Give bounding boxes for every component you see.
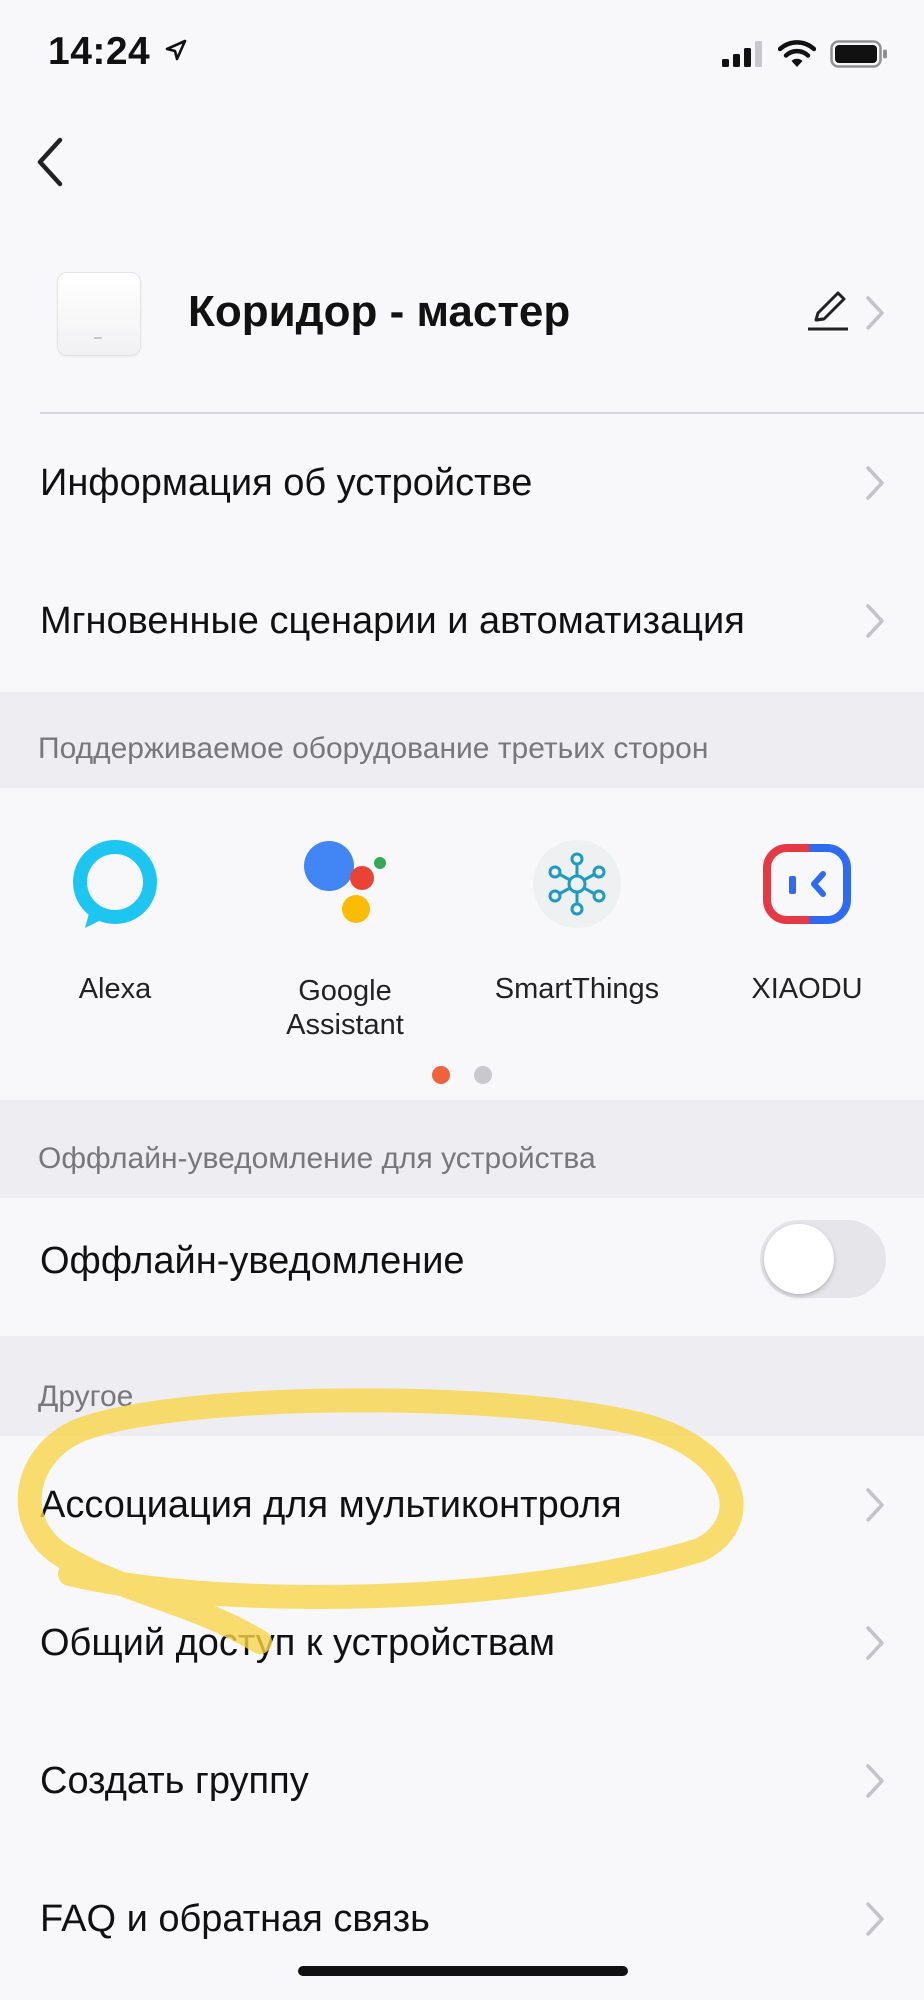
location-arrow-icon [165, 39, 186, 61]
device-name: Коридор - мастер [188, 287, 571, 336]
pencil-icon [808, 291, 848, 331]
section-header-label: Оффлайн-уведомление для устройства [38, 1142, 596, 1175]
row-device-sharing[interactable]: Общий доступ к устройствам [0, 1574, 924, 1712]
page-dot[interactable] [474, 1066, 492, 1084]
xiaodu-icon [763, 844, 851, 924]
row-scenes-automation[interactable]: Мгновенные сценарии и автоматизация [0, 552, 924, 690]
row-label: Создать группу [40, 1759, 309, 1802]
edit-name-button[interactable] [806, 286, 850, 336]
row-label: Информация об устройстве [40, 461, 533, 504]
back-button[interactable] [28, 132, 78, 192]
device-header-chevron-icon[interactable] [864, 294, 886, 332]
section-header-offline: Оффлайн-уведомление для устройства [0, 1100, 924, 1198]
third-party-xiaodu[interactable]: XIAODU [707, 838, 907, 1006]
third-party-label: XIAODU [751, 973, 863, 1005]
chevron-right-icon [866, 466, 884, 500]
section-header-label: Другое [38, 1380, 134, 1413]
row-multicontrol[interactable]: Ассоциация для мультиконтроля [0, 1436, 924, 1574]
home-indicator [298, 1966, 628, 1976]
third-party-label: Alexa [78, 973, 152, 1005]
toggle-knob [764, 1224, 834, 1294]
third-party-smartthings[interactable]: SmartThings [477, 838, 677, 1006]
third-party-label: Google Assistant [286, 975, 404, 1041]
row-create-group[interactable]: Создать группу [0, 1712, 924, 1850]
battery-icon [830, 40, 887, 68]
offline-notification-toggle[interactable] [760, 1220, 886, 1298]
section-header-label: Поддерживаемое оборудование третьих стор… [38, 732, 709, 765]
status-indicators [722, 40, 888, 68]
section-header-other: Другое [0, 1336, 924, 1436]
google-assistant-icon [304, 841, 386, 923]
row-label: Ассоциация для мультиконтроля [40, 1483, 622, 1526]
cellular-signal-icon [722, 41, 762, 67]
chevron-right-icon [866, 1902, 884, 1936]
chevron-right-icon [866, 1488, 884, 1522]
row-label: Мгновенные сценарии и автоматизация [40, 599, 745, 642]
chevron-right-icon [866, 1626, 884, 1660]
third-party-label: SmartThings [494, 973, 660, 1005]
row-label: Оффлайн-уведомление [40, 1239, 465, 1282]
chevron-right-icon [866, 604, 884, 638]
row-label: Общий доступ к устройствам [40, 1621, 555, 1664]
third-party-alexa[interactable]: Alexa [15, 838, 215, 1006]
page-dot-active[interactable] [432, 1066, 450, 1084]
chevron-left-icon [37, 137, 63, 187]
alexa-icon [73, 840, 157, 928]
third-party-google-assistant[interactable]: Google Assistant [245, 838, 445, 1042]
wifi-icon [778, 40, 816, 67]
smartthings-icon [533, 840, 621, 928]
section-header-third-party: Поддерживаемое оборудование третьих стор… [0, 692, 924, 788]
status-time: 14:24 [48, 30, 188, 74]
row-device-info[interactable]: Информация об устройстве [0, 414, 924, 552]
chevron-right-icon [866, 1764, 884, 1798]
device-thumbnail [57, 272, 141, 356]
